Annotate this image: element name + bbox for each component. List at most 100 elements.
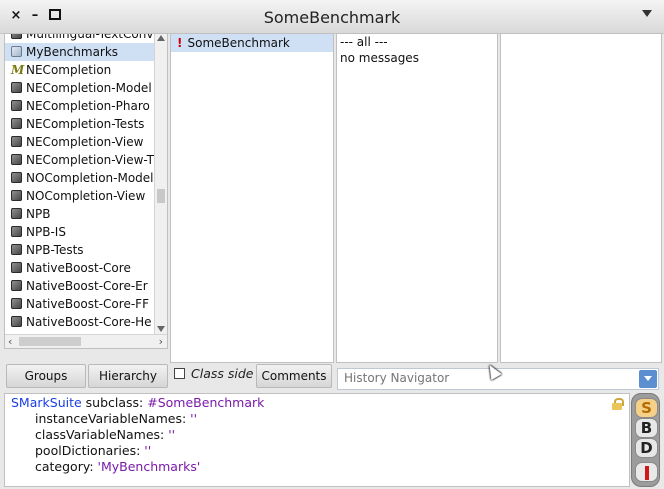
package-icon (11, 262, 22, 273)
package-label: NOCompletion-Model (26, 171, 154, 185)
class-list-pane[interactable]: ! SomeBenchmark (170, 33, 334, 363)
package-icon (11, 190, 22, 201)
package-label: NOCompletion-View (26, 189, 146, 203)
package-label: Multilingual-TextConv (26, 33, 154, 41)
scroll-thumb[interactable] (157, 189, 165, 203)
package-label: NPB (26, 207, 51, 221)
hierarchy-button[interactable]: Hierarchy (88, 364, 168, 388)
package-item[interactable]: M NECompletion (5, 61, 155, 79)
code-line: SMarkSuite subclass: #SomeBenchmark (11, 395, 264, 411)
protocol-list: --- all --- no messages (337, 34, 497, 66)
package-item[interactable]: NPB-Tests (5, 241, 155, 259)
package-label: NECompletion-Tests (26, 117, 145, 131)
package-label: NPB-IS (26, 225, 66, 239)
shortcut-button-column: S B D (631, 393, 660, 487)
code-string: 'MyBenchmarks' (97, 459, 201, 474)
code-line: category: 'MyBenchmarks' (35, 459, 200, 475)
package-item[interactable]: NECompletion-Model (5, 79, 155, 97)
package-list-pane[interactable]: Multilingual-TextConv MyBenchmarks M NEComp… (4, 33, 168, 349)
scroll-down-icon[interactable] (157, 326, 165, 332)
package-vertical-scrollbar[interactable] (154, 34, 167, 334)
package-icon (11, 316, 22, 327)
package-item[interactable]: NPB (5, 205, 155, 223)
method-list-pane[interactable] (500, 33, 662, 363)
dropdown-arrow-icon[interactable] (639, 370, 657, 388)
system-browser-window: × – SomeBenchmark Multilingual-TextConv M… (0, 0, 664, 489)
code-symbol: #SomeBenchmark (147, 395, 265, 410)
package-icon (11, 208, 22, 219)
package-label: NECompletion-View (26, 135, 144, 149)
package-icon (11, 100, 22, 111)
comments-button[interactable]: Comments (256, 364, 332, 388)
package-horizontal-scrollbar[interactable]: ‹ › (5, 334, 167, 348)
package-label: NECompletion (26, 63, 112, 77)
package-item[interactable]: NOCompletion-Model (5, 169, 155, 187)
status-bar-icon[interactable] (635, 462, 658, 482)
monticello-m-icon: M (11, 63, 25, 77)
window-title: SomeBenchmark (263, 8, 401, 27)
protocol-item[interactable]: no messages (337, 50, 497, 66)
code-string: '' (144, 443, 152, 458)
package-item[interactable]: NOCompletion-View (5, 187, 155, 205)
code-string: '' (190, 411, 198, 426)
class-label: SomeBenchmark (187, 36, 290, 50)
package-item[interactable]: NativeBoost-Core-FF (5, 295, 155, 313)
package-item[interactable]: MyBenchmarks (5, 43, 155, 61)
package-item[interactable]: NECompletion-Pharo (5, 97, 155, 115)
protocol-list-pane[interactable]: --- all --- no messages (336, 33, 498, 363)
package-label: NativeBoost-Core-FF (26, 297, 149, 311)
package-icon (11, 280, 22, 291)
package-label: NECompletion-Model (26, 81, 152, 95)
package-item[interactable]: NativeBoost-Core-Er (5, 277, 155, 295)
code-keyword: instanceVariableNames: (35, 411, 191, 426)
package-label: NPB-Tests (26, 243, 84, 257)
code-keyword: subclass: (81, 395, 148, 410)
code-line: instanceVariableNames: '' (35, 411, 197, 427)
package-item[interactable]: NativeBoost-Core (5, 259, 155, 277)
groups-button[interactable]: Groups (6, 364, 86, 388)
code-keyword: classVariableNames: (35, 427, 169, 442)
package-item[interactable]: Multilingual-TextConv (5, 33, 155, 43)
code-line: poolDictionaries: '' (35, 443, 151, 459)
package-label: NECompletion-Pharo (26, 99, 150, 113)
title-bar[interactable]: × – SomeBenchmark (0, 0, 664, 34)
package-item[interactable]: NECompletion-Tests (5, 115, 155, 133)
lock-icon[interactable] (611, 398, 624, 410)
package-item[interactable]: NativeBoost-Core-He (5, 313, 155, 331)
s-button[interactable]: S (635, 398, 658, 418)
package-icon (11, 82, 22, 93)
package-label: NativeBoost-Core-He (26, 315, 152, 329)
package-item[interactable]: NPB-IS (5, 223, 155, 241)
package-item[interactable]: NECompletion-View (5, 133, 155, 151)
code-editor[interactable]: SMarkSuite subclass: #SomeBenchmark inst… (4, 393, 630, 487)
code-keyword: poolDictionaries: (35, 443, 145, 458)
warning-icon: ! (177, 36, 183, 50)
b-button[interactable]: B (635, 418, 658, 438)
code-keyword: category: (35, 459, 98, 474)
package-list: Multilingual-TextConv MyBenchmarks M NEComp… (5, 33, 155, 348)
package-icon (11, 226, 22, 237)
scroll-left-icon[interactable]: ‹ (8, 336, 12, 347)
package-icon (11, 136, 22, 147)
package-label: MyBenchmarks (26, 45, 119, 59)
class-list: ! SomeBenchmark (171, 34, 333, 52)
window-menu-icon[interactable] (642, 10, 652, 17)
package-icon (11, 172, 22, 183)
class-side-checkbox[interactable]: Class side (174, 366, 253, 381)
class-item[interactable]: ! SomeBenchmark (171, 34, 333, 52)
package-label: NativeBoost-Core (26, 261, 131, 275)
package-icon (11, 298, 22, 309)
checkbox-icon[interactable] (174, 368, 185, 379)
d-button[interactable]: D (635, 438, 658, 458)
package-light-icon (11, 46, 22, 57)
scroll-thumb[interactable] (19, 337, 81, 346)
scroll-up-icon[interactable] (157, 35, 165, 41)
code-line: classVariableNames: '' (35, 427, 175, 443)
package-item[interactable]: NECompletion-View-T (5, 151, 155, 169)
package-icon (11, 34, 22, 39)
package-label: NECompletion-View-T (26, 153, 154, 167)
scroll-right-icon[interactable]: › (159, 336, 163, 347)
code-class-name: SMarkSuite (11, 395, 82, 410)
package-icon (11, 244, 22, 255)
protocol-item[interactable]: --- all --- (337, 34, 497, 50)
